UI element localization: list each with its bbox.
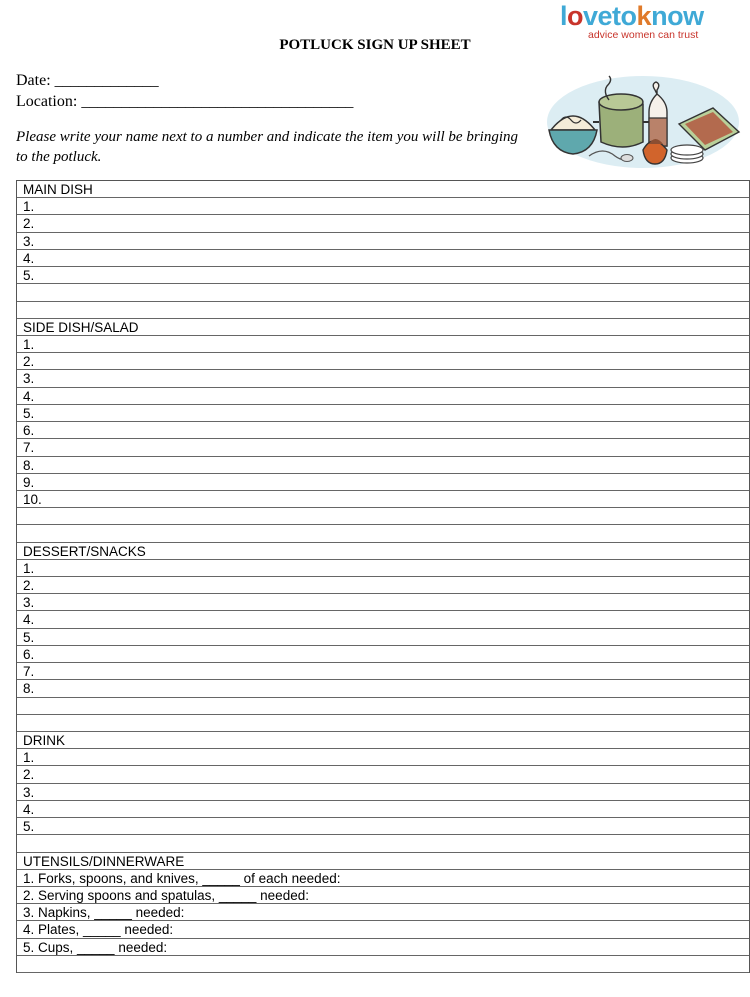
section-header-main-dish: MAIN DISH — [17, 181, 749, 199]
signup-row[interactable]: 7. — [17, 439, 749, 457]
blank-row[interactable] — [17, 956, 749, 974]
signup-row[interactable]: 1. — [17, 749, 749, 767]
signup-row[interactable]: 3. Napkins, _____ needed: — [17, 904, 749, 922]
potluck-food-illustration-icon — [547, 75, 741, 168]
section-header-drink: DRINK — [17, 732, 749, 750]
signup-row[interactable]: 8. — [17, 680, 749, 698]
signup-row[interactable]: 4. — [17, 250, 749, 268]
lovetoknow-logo[interactable]: lovetoknow advice women can trust — [560, 2, 725, 41]
section-header-utensils-dinnerware: UTENSILS/DINNERWARE — [17, 853, 749, 870]
signup-row[interactable]: 5. — [17, 818, 749, 836]
signup-row[interactable]: 1. — [17, 198, 749, 216]
signup-table: MAIN DISH 1. 2. 3. 4. 5. SIDE DISH/SALAD 1. 2. 3.… — [16, 180, 750, 974]
signup-row[interactable]: 4. — [17, 801, 749, 819]
blank-row[interactable] — [17, 525, 749, 543]
section-header-dessert-snacks: DESSERT/SNACKS — [17, 543, 749, 560]
signup-row[interactable]: 2. — [17, 766, 749, 784]
logo-wordmark: lovetoknow — [560, 1, 704, 31]
signup-row[interactable]: 5. — [17, 267, 749, 285]
blank-row[interactable] — [17, 508, 749, 526]
page-title: POTLUCK SIGN UP SHEET — [279, 37, 471, 53]
signup-row[interactable]: 5. — [17, 629, 749, 646]
signup-row[interactable]: 7. — [17, 663, 749, 681]
location-field: Location: ______________________________… — [16, 93, 354, 110]
signup-row[interactable]: 3. — [17, 594, 749, 612]
signup-row[interactable]: 3. — [17, 233, 749, 250]
signup-row[interactable]: 1. — [17, 560, 749, 578]
signup-row[interactable]: 3. — [17, 370, 749, 388]
signup-row[interactable]: 2. Serving spoons and spatulas, _____ ne… — [17, 887, 749, 905]
section-header-side-dish-salad: SIDE DISH/SALAD — [17, 319, 749, 336]
signup-row[interactable]: 9. — [17, 474, 749, 491]
signup-row[interactable]: 5. — [17, 405, 749, 423]
signup-row[interactable]: 1. — [17, 336, 749, 354]
signup-row[interactable]: 2. — [17, 215, 749, 233]
heart-o-icon: o — [567, 1, 584, 31]
signup-row[interactable]: 2. — [17, 353, 749, 371]
signup-row[interactable]: 4. — [17, 611, 749, 629]
date-field: Date: _____________ — [16, 72, 159, 89]
signup-row[interactable]: 10. — [17, 491, 749, 509]
instructions-text: Please write your name next to a number … — [16, 129, 518, 165]
signup-row[interactable]: 3. — [17, 784, 749, 801]
blank-row[interactable] — [17, 698, 749, 715]
blank-row[interactable] — [17, 302, 749, 319]
signup-row[interactable]: 2. — [17, 577, 749, 595]
blank-row[interactable] — [17, 835, 749, 853]
blank-row[interactable] — [17, 715, 749, 732]
signup-row[interactable]: 5. Cups, _____ needed: — [17, 939, 749, 956]
signup-row[interactable]: 8. — [17, 457, 749, 474]
blank-row[interactable] — [17, 284, 749, 302]
signup-row[interactable]: 4. Plates, _____ needed: — [17, 921, 749, 939]
signup-row[interactable]: 6. — [17, 422, 749, 440]
signup-row[interactable]: 1. Forks, spoons, and knives, _____ of e… — [17, 870, 749, 887]
signup-row[interactable]: 6. — [17, 646, 749, 664]
signup-row[interactable]: 4. — [17, 388, 749, 405]
